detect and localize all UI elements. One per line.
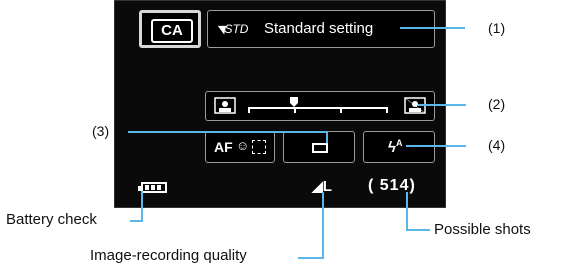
blur-slider[interactable] — [248, 97, 388, 117]
drive-mode-panel[interactable] — [283, 131, 355, 163]
af-label: AF — [214, 139, 233, 155]
callout-line-battery-v — [141, 191, 143, 221]
picture-style-label: Standard setting — [264, 20, 374, 37]
callout-line-4 — [406, 145, 466, 147]
flash-mode-panel[interactable]: ϟA — [363, 131, 435, 163]
label-battery-check: Battery check — [6, 211, 97, 228]
callout-line-1 — [400, 27, 465, 29]
label-4: (4) — [488, 137, 506, 153]
quality-label: L — [322, 178, 332, 195]
callout-line-battery-h — [130, 220, 143, 222]
blurred-background-icon — [214, 97, 236, 114]
mode-button[interactable]: CA — [139, 10, 201, 48]
camera-lcd-screen: CA ◥STD Standard setting AF ☺ ϟA ◢L (51… — [114, 0, 446, 208]
mode-label: CA — [151, 19, 193, 43]
sharp-background-icon — [404, 97, 426, 114]
flash-icon: ϟA — [388, 138, 403, 156]
label-1: (1) — [488, 20, 506, 36]
callout-line-shots-h — [406, 229, 430, 231]
callout-line-3-v — [326, 131, 328, 143]
callout-line-3-h — [128, 131, 327, 133]
callout-line-shots-v — [406, 192, 408, 230]
battery-icon — [138, 182, 167, 193]
face-tracking-icon: ☺ — [236, 138, 250, 153]
picture-style-panel[interactable]: ◥STD Standard setting — [207, 10, 435, 48]
single-shooting-icon — [312, 143, 328, 153]
label-image-quality: Image-recording quality — [90, 247, 247, 264]
label-2: (2) — [488, 96, 506, 112]
callout-line-quality-v — [322, 192, 324, 258]
label-3: (3) — [92, 123, 110, 139]
callout-line-quality-h — [298, 257, 324, 259]
possible-shots: ( 514) — [368, 177, 416, 194]
af-area-icon — [252, 140, 266, 154]
picture-style-icon: ◥STD — [216, 22, 249, 36]
af-mode-panel[interactable]: AF ☺ — [205, 131, 275, 163]
callout-line-2 — [418, 104, 466, 106]
background-blur-panel[interactable] — [205, 91, 435, 121]
label-possible-shots: Possible shots — [434, 221, 531, 238]
slider-handle[interactable] — [290, 97, 298, 107]
